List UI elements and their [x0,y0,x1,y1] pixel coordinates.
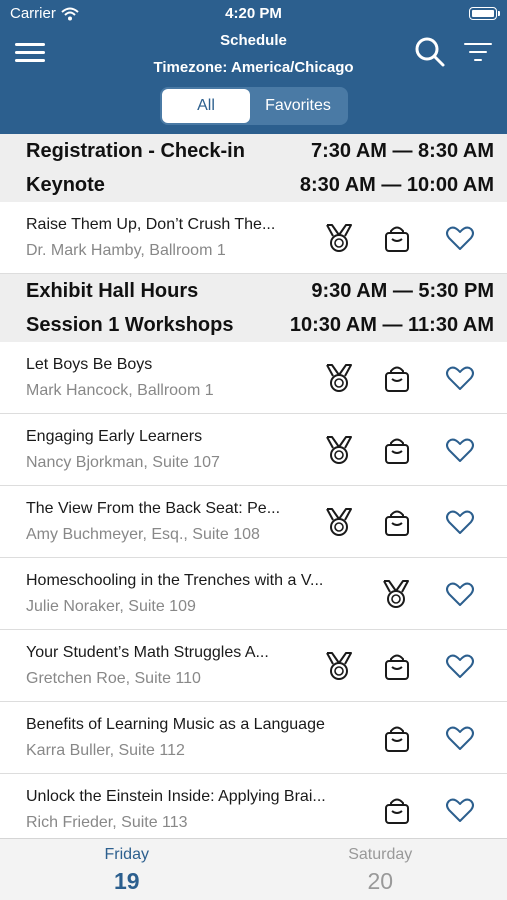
session-speaker-location: Mark Hancock, Ballroom 1 [26,382,214,399]
heart-icon[interactable] [444,650,476,682]
medal-icon[interactable] [380,578,412,610]
bag-icon[interactable] [381,222,413,254]
block-row: Keynote 8:30 AM — 10:00 AM [0,168,507,202]
block-time: 10:30 AM — 11:30 AM [289,313,494,336]
block-row: Exhibit Hall Hours 9:30 AM — 5:30 PM [0,274,507,308]
view-segmented-control: All Favorites [160,87,348,125]
session-row[interactable]: Raise Them Up, Don’t Crush The... Dr. Ma… [0,202,507,274]
block-time: 7:30 AM — 8:30 AM [310,139,494,162]
block-time: 8:30 AM — 10:00 AM [299,173,494,196]
session-speaker-location: Gretchen Roe, Suite 110 [26,670,201,687]
heart-icon[interactable] [444,722,476,754]
heart-icon[interactable] [444,362,476,394]
session-speaker-location: Rich Frieder, Suite 113 [26,814,188,831]
session-speaker-location: Dr. Mark Hamby, Ballroom 1 [26,242,226,259]
heart-icon[interactable] [444,578,476,610]
status-bar: Carrier 4:20 PM [0,0,507,28]
day-name: Saturday [348,846,413,863]
bag-icon[interactable] [381,650,413,682]
tab-saturday[interactable]: Saturday 20 [254,839,507,900]
filter-icon [464,43,492,61]
heart-icon[interactable] [444,794,476,826]
block-label: Session 1 Workshops [26,313,234,336]
day-name: Friday [104,846,149,863]
block-label: Keynote [26,173,105,196]
day-date: 20 [367,868,394,894]
status-time: 4:20 PM [225,5,282,22]
medal-icon[interactable] [323,434,355,466]
session-row[interactable]: Engaging Early Learners Nancy Bjorkman, … [0,414,507,486]
bag-icon[interactable] [381,362,413,394]
session-title: The View From the Back Seat: Pe... [26,500,281,517]
day-tab-bar: Friday 19 Saturday 20 [0,838,507,900]
session-row[interactable]: The View From the Back Seat: Pe... Amy B… [0,486,507,558]
session-title: Engaging Early Learners [26,428,203,445]
medal-icon[interactable] [323,362,355,394]
session-title: Your Student’s Math Struggles A... [26,644,269,661]
schedule-list[interactable]: Registration - Check-in 7:30 AM — 8:30 A… [0,134,507,838]
session-row[interactable]: Let Boys Be Boys Mark Hancock, Ballroom … [0,342,507,414]
search-button[interactable] [414,36,446,68]
block-row: Registration - Check-in 7:30 AM — 8:30 A… [0,134,507,168]
session-row[interactable]: Benefits of Learning Music as a Language… [0,702,507,774]
block-row: Session 1 Workshops 10:30 AM — 11:30 AM [0,308,507,342]
session-speaker-location: Julie Noraker, Suite 109 [26,598,196,615]
session-title: Raise Them Up, Don’t Crush The... [26,216,276,233]
medal-icon[interactable] [323,650,355,682]
bag-icon[interactable] [381,434,413,466]
session-speaker-location: Karra Buller, Suite 112 [26,742,185,759]
day-date: 19 [113,868,140,894]
session-row[interactable]: Your Student’s Math Struggles A... Gretc… [0,630,507,702]
heart-icon[interactable] [444,434,476,466]
session-title: Unlock the Einstein Inside: Applying Bra… [26,788,326,805]
segment-favorites[interactable]: Favorites [250,89,346,123]
segment-all[interactable]: All [162,89,250,123]
bag-icon[interactable] [381,722,413,754]
session-title: Benefits of Learning Music as a Language [26,716,325,733]
search-icon [415,37,445,67]
heart-icon[interactable] [444,222,476,254]
session-speaker-location: Nancy Bjorkman, Suite 107 [26,454,220,471]
battery-icon [469,7,500,20]
block-label: Exhibit Hall Hours [26,279,199,302]
medal-icon[interactable] [323,222,355,254]
tab-friday[interactable]: Friday 19 [0,839,254,900]
heart-icon[interactable] [444,506,476,538]
bag-icon[interactable] [381,794,413,826]
session-title: Homeschooling in the Trenches with a V..… [26,572,324,589]
section-header-block: Registration - Check-in 7:30 AM — 8:30 A… [0,134,507,202]
filter-button[interactable] [462,40,494,64]
session-row[interactable]: Homeschooling in the Trenches with a V..… [0,558,507,630]
session-title: Let Boys Be Boys [26,356,153,373]
block-label: Registration - Check-in [26,139,245,162]
bag-icon[interactable] [381,506,413,538]
header-bar: Carrier 4:20 PM Schedule Timezone: Ameri… [0,0,507,134]
section-header-block: Exhibit Hall Hours 9:30 AM — 5:30 PM Ses… [0,274,507,342]
session-speaker-location: Amy Buchmeyer, Esq., Suite 108 [26,526,260,543]
session-row[interactable]: Unlock the Einstein Inside: Applying Bra… [0,774,507,838]
medal-icon[interactable] [323,506,355,538]
block-time: 9:30 AM — 5:30 PM [311,279,494,302]
